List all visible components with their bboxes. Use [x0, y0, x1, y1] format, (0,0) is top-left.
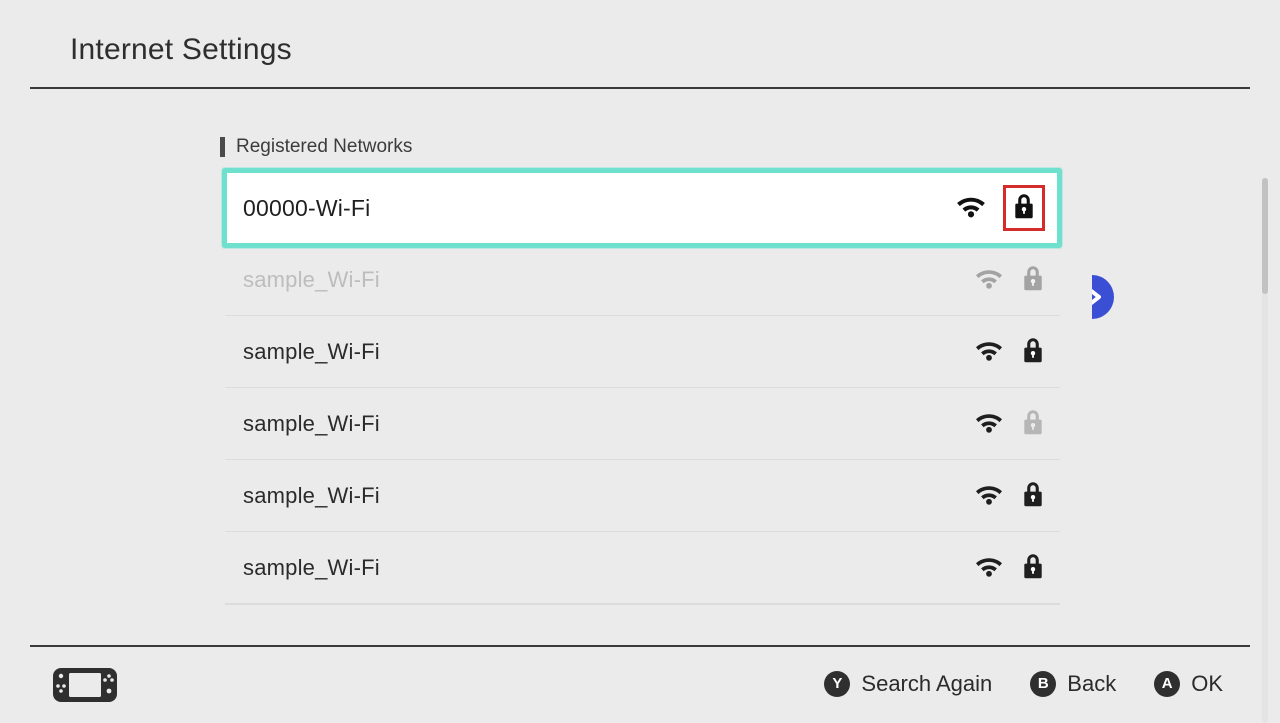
network-name: sample_Wi-Fi: [243, 411, 380, 436]
lock-icon: [1020, 335, 1046, 370]
footer-button-search-again[interactable]: Y Search Again: [824, 670, 993, 697]
footer-button-ok[interactable]: A OK: [1154, 670, 1223, 697]
network-name: sample_Wi-Fi: [243, 267, 380, 292]
network-name: sample_Wi-Fi: [243, 483, 380, 508]
row-icons: [955, 185, 1045, 231]
network-name: 00000-Wi-Fi: [243, 194, 371, 221]
network-row[interactable]: sample_Wi-Fi: [225, 532, 1060, 604]
network-row[interactable]: sample_Wi-Fi: [225, 388, 1060, 460]
button-a-icon: A: [1154, 670, 1181, 697]
scrollbar-track[interactable]: [1262, 178, 1268, 723]
network-row-selected[interactable]: 00000-Wi-Fi: [222, 168, 1062, 248]
button-y-icon: Y: [824, 670, 851, 697]
page-title: Internet Settings: [70, 33, 292, 66]
wifi-icon: [974, 554, 1004, 582]
lock-icon: [1020, 479, 1046, 514]
network-row[interactable]: sample_Wi-Fi: [225, 316, 1060, 388]
network-row[interactable]: sample_Wi-Fi: [225, 244, 1060, 316]
header: Internet Settings: [0, 0, 1280, 89]
button-b-icon: B: [1030, 670, 1057, 697]
row-separator: [225, 604, 1060, 605]
footer-button-label: Back: [1067, 670, 1117, 696]
wifi-icon: [974, 266, 1004, 294]
lock-icon: [1011, 191, 1037, 226]
wifi-icon: [955, 193, 987, 223]
content-area: Registered Networks sample_Wi-Fi sample_…: [0, 88, 1280, 723]
footer: Y Search Again B Back A OK: [0, 647, 1280, 720]
wifi-icon: [974, 482, 1004, 510]
footer-button-label: Search Again: [861, 670, 993, 696]
row-icons: [974, 479, 1046, 514]
switch-console-icon: [52, 667, 118, 708]
section-heading-marker: [220, 137, 225, 157]
lock-icon-highlight-box: [1003, 185, 1045, 231]
network-name: sample_Wi-Fi: [243, 339, 380, 364]
network-name: sample_Wi-Fi: [243, 555, 380, 580]
lock-icon: [1020, 551, 1046, 586]
section-heading-label: Registered Networks: [236, 136, 413, 157]
wifi-icon: [974, 410, 1004, 438]
pointer-cursor-icon: [1092, 274, 1118, 320]
wifi-icon: [974, 338, 1004, 366]
section-heading: Registered Networks: [220, 136, 412, 158]
footer-button-label: OK: [1191, 670, 1223, 696]
row-icons: [974, 551, 1046, 586]
row-icons: [974, 263, 1046, 298]
footer-buttons: Y Search Again B Back A OK: [824, 647, 1223, 720]
network-row-trailing: [225, 604, 1060, 605]
network-row[interactable]: sample_Wi-Fi: [225, 460, 1060, 532]
row-icons: [974, 407, 1046, 442]
lock-icon: [1020, 263, 1046, 298]
row-icons: [974, 335, 1046, 370]
scrollbar-thumb[interactable]: [1262, 178, 1268, 294]
lock-icon-grey: [1020, 407, 1046, 442]
footer-button-back[interactable]: B Back: [1030, 670, 1117, 697]
